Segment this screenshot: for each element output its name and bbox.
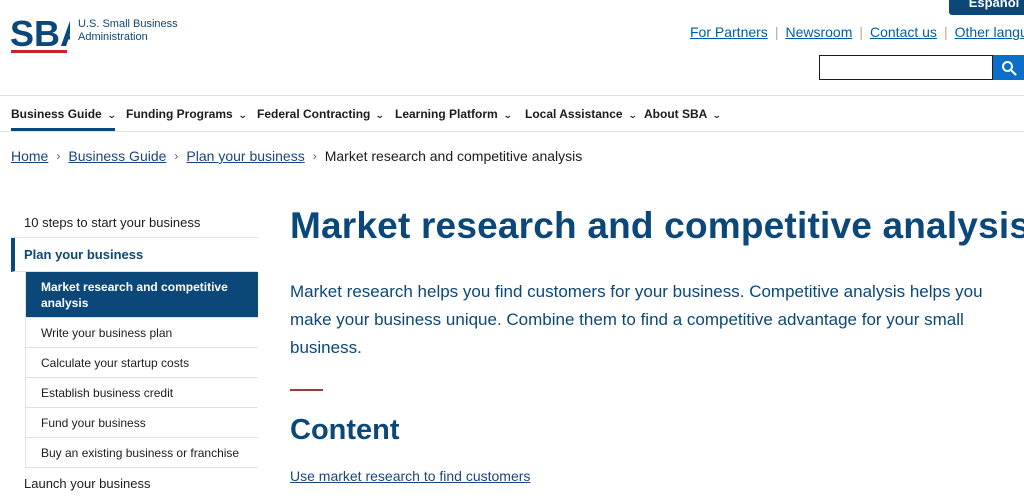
nav-federal-contracting[interactable]: Federal Contracting ⌄ xyxy=(257,96,386,132)
chevron-down-icon: ⌄ xyxy=(106,110,117,120)
content-heading: Content xyxy=(290,414,400,446)
nav-learning-platform[interactable]: Learning Platform ⌄ xyxy=(395,96,513,132)
nav-label: Business Guide xyxy=(11,107,102,121)
newsroom-link[interactable]: Newsroom xyxy=(785,24,852,40)
chevron-down-icon: ⌄ xyxy=(375,110,386,120)
search-button[interactable] xyxy=(993,55,1024,80)
sidenav-item-10-steps[interactable]: 10 steps to start your business xyxy=(11,208,258,238)
sba-logo-icon: SBA xyxy=(10,13,70,54)
breadcrumb: Home › Business Guide › Plan your busine… xyxy=(11,148,582,164)
nav-label: Learning Platform xyxy=(395,107,498,121)
nav-local-assistance[interactable]: Local Assistance ⌄ xyxy=(525,96,638,132)
search-icon xyxy=(1001,60,1017,76)
sidenav-subitem-buy-existing[interactable]: Buy an existing business or franchise xyxy=(26,438,258,468)
chevron-down-icon: ⌄ xyxy=(712,110,723,120)
svg-text:SBA: SBA xyxy=(10,13,70,54)
breadcrumb-plan-your-business[interactable]: Plan your business xyxy=(186,148,304,164)
breadcrumb-home[interactable]: Home xyxy=(11,148,48,164)
chevron-down-icon: ⌄ xyxy=(502,110,513,120)
main-nav: Business Guide ⌄ Funding Programs ⌄ Federa… xyxy=(0,95,1024,132)
sba-logo[interactable]: SBA U.S. Small Business Administration xyxy=(10,10,178,54)
intro-paragraph: Market research helps you find customers… xyxy=(290,282,983,357)
nav-about-sba[interactable]: About SBA ⌄ xyxy=(644,96,723,132)
sidenav-subitem-startup-costs[interactable]: Calculate your startup costs xyxy=(26,348,258,378)
other-languages-link[interactable]: Other languages xyxy=(955,24,1024,40)
chevron-right-icon: › xyxy=(56,149,61,163)
search-input[interactable] xyxy=(819,55,993,80)
utility-links: For Partners | Newsroom | Contact us | O… xyxy=(690,24,1024,40)
sidenav-subitem-business-credit[interactable]: Establish business credit xyxy=(26,378,258,408)
nav-label: Funding Programs xyxy=(126,107,233,121)
espanol-button[interactable]: Español xyxy=(949,0,1024,15)
sidenav-item-plan-your-business[interactable]: Plan your business xyxy=(11,238,258,272)
breadcrumb-business-guide[interactable]: Business Guide xyxy=(68,148,166,164)
separator: | xyxy=(943,24,948,40)
nav-label: Federal Contracting xyxy=(257,107,371,121)
chevron-down-icon: ⌄ xyxy=(237,110,248,120)
site-header: SBA U.S. Small Business Administration E… xyxy=(0,0,1024,95)
page-title: Market research and competitive analysis xyxy=(290,205,1024,246)
contact-us-link[interactable]: Contact us xyxy=(870,24,937,40)
sidenav-sublist: Market research and competitive analysis… xyxy=(25,272,258,468)
breadcrumb-current: Market research and competitive analysis xyxy=(324,148,583,164)
agency-name-line2: Administration xyxy=(78,31,148,43)
toc-link-market-research[interactable]: Use market research to find customers xyxy=(290,468,530,484)
chevron-right-icon: › xyxy=(312,149,317,163)
nav-label: Local Assistance xyxy=(525,107,623,121)
separator: | xyxy=(774,24,779,40)
sidenav-subitem-fund-business[interactable]: Fund your business xyxy=(26,408,258,438)
sidenav-subitem-market-research[interactable]: Market research and competitive analysis xyxy=(26,272,258,318)
nav-funding-programs[interactable]: Funding Programs ⌄ xyxy=(126,96,248,132)
sidenav-item-launch-your-business[interactable]: Launch your business xyxy=(11,468,258,499)
divider xyxy=(290,389,323,391)
main-content: Market research and competitive analysis… xyxy=(290,200,1024,486)
side-navigation: 10 steps to start your business Plan you… xyxy=(11,208,258,499)
separator: | xyxy=(859,24,863,40)
chevron-down-icon: ⌄ xyxy=(627,110,638,120)
chevron-right-icon: › xyxy=(174,149,179,163)
for-partners-link[interactable]: For Partners xyxy=(690,24,768,40)
nav-business-guide[interactable]: Business Guide ⌄ xyxy=(11,96,117,132)
nav-label: About SBA xyxy=(644,107,708,121)
sidenav-subitem-write-business-plan[interactable]: Write your business plan xyxy=(26,318,258,348)
agency-name-line1: U.S. Small Business xyxy=(78,18,178,30)
